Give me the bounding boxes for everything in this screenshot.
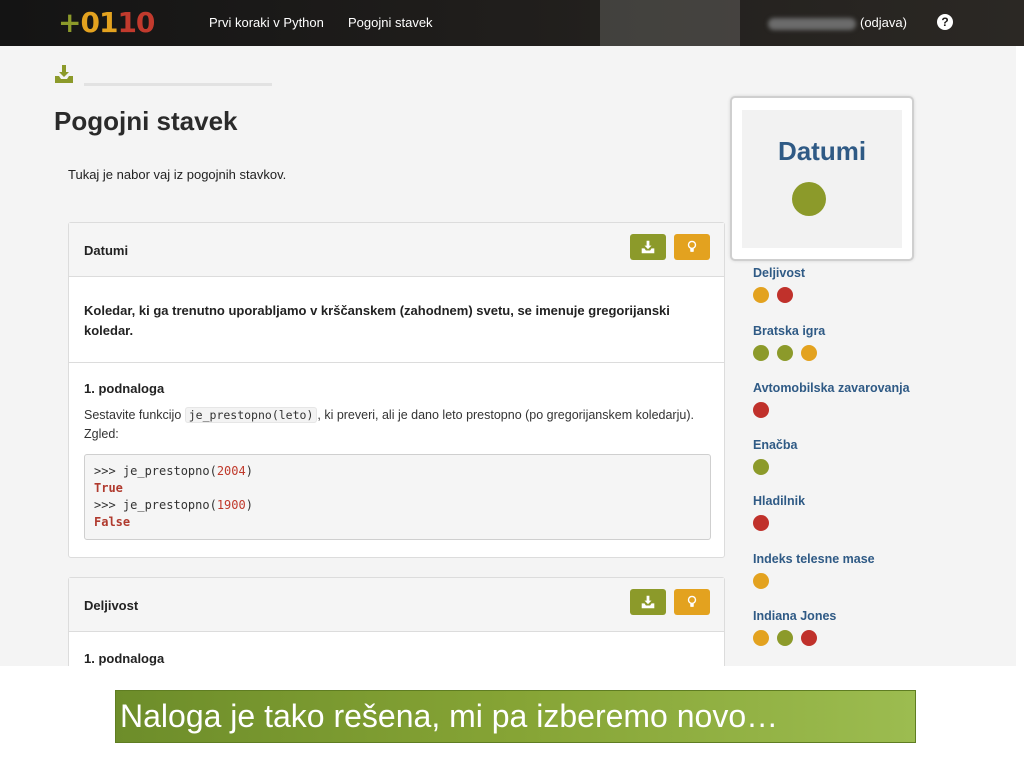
user-menu: (odjava) xyxy=(768,15,907,30)
slide-caption: Naloga je tako rešena, mi pa izberemo no… xyxy=(115,690,916,743)
sidebar-item-label[interactable]: Avtomobilska zavarovanja xyxy=(753,381,910,395)
blurred-username xyxy=(768,17,856,30)
status-dots xyxy=(753,459,797,475)
page-intro: Tukaj je nabor vaj iz pogojnih stavkov. xyxy=(68,167,287,182)
status-dot xyxy=(753,573,769,589)
download-button[interactable] xyxy=(630,589,666,615)
download-button[interactable] xyxy=(630,234,666,260)
subtask: 1. podnaloga xyxy=(69,632,724,666)
code-line: >>> je_prestopno(2004) xyxy=(94,464,253,478)
logo-plus: + xyxy=(58,6,81,39)
status-dot xyxy=(753,515,769,531)
sidebar-item-label[interactable]: Enačba xyxy=(753,438,797,452)
sidebar-item-avtomobilska-zavarovanja[interactable]: Avtomobilska zavarovanja xyxy=(753,381,910,418)
logo-digits-a: 01 xyxy=(80,6,118,39)
status-dot xyxy=(753,459,769,475)
title-divider xyxy=(84,83,272,86)
subtask-title: 1. podnaloga xyxy=(84,651,165,666)
subtask-title: 1. podnaloga xyxy=(84,381,165,396)
sidebar-item-label[interactable]: Bratska igra xyxy=(753,324,825,338)
sidebar-item-label[interactable]: Indeks telesne mase xyxy=(753,552,875,566)
sidebar-item-bratska-igra[interactable]: Bratska igra xyxy=(753,324,825,361)
sidebar-item-hladilnik[interactable]: Hladilnik xyxy=(753,494,805,531)
status-dots xyxy=(753,630,836,646)
sidebar-item-indiana-jones[interactable]: Indiana Jones xyxy=(753,609,836,646)
problem-title: Datumi xyxy=(84,243,129,258)
lightbulb-icon xyxy=(687,240,697,252)
logout-link[interactable]: (odjava) xyxy=(860,15,907,30)
subtask-text-before: Sestavite funkcijo xyxy=(84,408,185,422)
navbar-background-photo xyxy=(600,0,740,46)
status-dot xyxy=(753,345,769,361)
example-code-block: >>> je_prestopno(2004) True >>> je_prest… xyxy=(84,454,711,540)
status-dots xyxy=(753,345,825,361)
subtask-text: Sestavite funkcijo je_prestopno(leto), k… xyxy=(84,406,709,444)
status-dot xyxy=(777,345,793,361)
status-dot xyxy=(753,402,769,418)
site-logo[interactable]: +0110 xyxy=(58,6,155,40)
status-dot xyxy=(777,287,793,303)
current-problem-title: Datumi xyxy=(777,136,867,166)
hint-button[interactable] xyxy=(674,589,710,615)
sidebar-item-enacba[interactable]: Enačba xyxy=(753,438,797,475)
code-line: >>> je_prestopno(1900) xyxy=(94,498,253,512)
status-dot-solved xyxy=(792,182,826,216)
problem-title: Deljivost xyxy=(84,598,139,613)
problem-card-datumi: Datumi Koledar, ki ga trenutno uporablja… xyxy=(68,222,725,558)
top-navbar: +0110 Prvi koraki v Python Pogojni stave… xyxy=(0,0,1024,46)
status-dots xyxy=(753,515,805,531)
current-problem-inner: Datumi xyxy=(742,110,902,248)
function-signature: je_prestopno(leto) xyxy=(184,407,318,423)
download-icon xyxy=(641,595,655,609)
hint-button[interactable] xyxy=(674,234,710,260)
status-dot xyxy=(753,630,769,646)
sidebar-item-label[interactable]: Hladilnik xyxy=(753,494,805,508)
breadcrumb-section-link[interactable]: Pogojni stavek xyxy=(348,15,433,30)
code-line: True xyxy=(94,481,123,495)
problem-card-deljivost: Deljivost 1. podnaloga xyxy=(68,577,725,677)
sidebar-item-label[interactable]: Indiana Jones xyxy=(753,609,836,623)
problem-card-header: Datumi xyxy=(69,223,724,277)
help-icon[interactable]: ? xyxy=(937,14,953,30)
caption-text: Naloga je tako rešena, mi pa izberemo no… xyxy=(120,698,779,734)
sidebar-item-deljivost[interactable]: Deljivost xyxy=(753,266,805,303)
sidebar-item-label[interactable]: Deljivost xyxy=(753,266,805,280)
status-dots xyxy=(753,287,805,303)
status-dot xyxy=(777,630,793,646)
status-dot xyxy=(801,630,817,646)
problem-description: Koledar, ki ga trenutno uporabljamo v kr… xyxy=(69,277,724,363)
problem-card-header: Deljivost xyxy=(69,578,724,632)
status-dot xyxy=(801,345,817,361)
code-line: False xyxy=(94,515,131,529)
status-dots xyxy=(753,573,875,589)
sidebar-item-indeks-telesne-mase[interactable]: Indeks telesne mase xyxy=(753,552,875,589)
lightbulb-icon xyxy=(687,595,697,607)
current-problem-card[interactable]: Datumi xyxy=(730,96,914,261)
download-icon xyxy=(641,240,655,254)
status-dot xyxy=(753,287,769,303)
page-title: Pogojni stavek xyxy=(54,106,238,136)
subtask: 1. podnaloga Sestavite funkcijo je_prest… xyxy=(69,363,724,540)
status-dots xyxy=(753,402,910,418)
download-icon[interactable] xyxy=(54,64,74,84)
page-edge xyxy=(1016,46,1024,666)
breadcrumb-course-link[interactable]: Prvi koraki v Python xyxy=(209,15,324,30)
logo-digits-b: 10 xyxy=(117,6,155,39)
